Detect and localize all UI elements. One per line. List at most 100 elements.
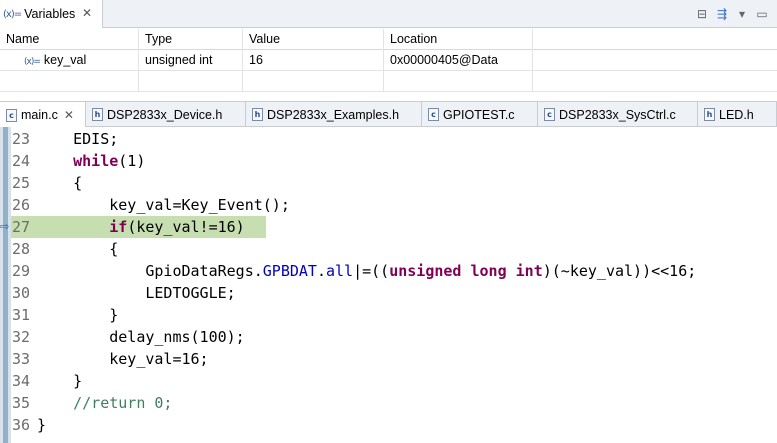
- variable-value[interactable]: 16: [243, 50, 384, 71]
- empty-cell: [384, 71, 533, 92]
- code-token: )(~key_val))<<16;: [542, 262, 697, 280]
- column-header-name[interactable]: Name: [0, 29, 139, 50]
- line-number: 35: [12, 394, 31, 412]
- show-type-names-icon[interactable]: ⇶: [714, 6, 730, 22]
- view-menu-icon[interactable]: ▾: [734, 6, 750, 22]
- tab-led-h[interactable]: h LED.h: [698, 102, 777, 127]
- code-token: (1): [118, 152, 146, 170]
- table-header: Name Type Value Location: [0, 29, 777, 50]
- code-line[interactable]: key_val=Key_Event();: [37, 194, 290, 216]
- tab-label: GPIOTEST.c: [443, 107, 515, 122]
- line-number: 34: [12, 372, 31, 390]
- empty-cell: [139, 71, 243, 92]
- line-number: 26: [12, 196, 31, 214]
- tab-label: DSP2833x_Device.h: [107, 107, 223, 122]
- variables-icon: (x)=: [3, 8, 22, 20]
- code-token: key_val=16;: [109, 350, 209, 368]
- code-line[interactable]: while(1): [37, 150, 145, 172]
- tab-gpiotest-c[interactable]: c GPIOTEST.c: [422, 102, 538, 127]
- h-file-icon: h: [92, 108, 103, 121]
- variable-name-cell[interactable]: (x)= key_val: [0, 50, 139, 71]
- code-token: {: [73, 174, 83, 192]
- code-token: |=((: [353, 262, 390, 280]
- variable-location: 0x00000405@Data: [384, 50, 533, 71]
- tab-dsp2833x-examples-h[interactable]: h DSP2833x_Examples.h: [246, 102, 422, 127]
- code-token: }: [37, 416, 47, 434]
- tab-label: main.c: [21, 108, 58, 122]
- line-number: 29: [12, 262, 31, 280]
- c-file-icon: c: [544, 108, 555, 121]
- field-token: GPBDAT: [262, 262, 317, 280]
- c-file-icon: c: [6, 108, 17, 122]
- column-header-filler: [533, 29, 777, 50]
- code-token: {: [109, 240, 119, 258]
- ruler-stripe: [3, 127, 8, 443]
- close-icon[interactable]: ✕: [64, 108, 74, 122]
- code-line[interactable]: }: [37, 414, 46, 436]
- variables-tab-label: Variables: [24, 7, 76, 21]
- code-line[interactable]: {: [37, 238, 118, 260]
- code-token: }: [109, 306, 119, 324]
- view-toolbar: ⊟ ⇶ ▾ ▭: [690, 6, 770, 22]
- variables-view: (x)= Variables ✕ ⊟ ⇶ ▾ ▭ Name Type Value…: [0, 0, 777, 101]
- column-header-location[interactable]: Location: [384, 29, 533, 50]
- comment-token: //return 0;: [73, 394, 173, 412]
- minimize-icon[interactable]: ▭: [754, 6, 770, 22]
- code-line[interactable]: key_val=16;: [37, 348, 209, 370]
- variable-name: key_val: [43, 53, 87, 67]
- variables-tab[interactable]: (x)= Variables ✕: [0, 0, 103, 28]
- code-line[interactable]: }: [37, 304, 118, 326]
- keyword-token: while: [73, 152, 119, 170]
- empty-cell: [243, 71, 384, 92]
- line-number: 24: [12, 152, 31, 170]
- editor-tab-bar: c main.c ✕ h DSP2833x_Device.h h DSP2833…: [0, 101, 777, 128]
- code-token: (key_val!=16): [127, 218, 245, 236]
- field-token: all: [326, 262, 354, 280]
- collapse-all-icon[interactable]: ⊟: [694, 6, 710, 22]
- row-filler: [533, 50, 777, 71]
- column-header-type[interactable]: Type: [139, 29, 243, 50]
- tab-label: DSP2833x_SysCtrl.c: [559, 107, 676, 122]
- left-ruler: [0, 127, 11, 443]
- code-line[interactable]: {: [37, 172, 82, 194]
- table-row[interactable]: (x)= key_val unsigned int 16 0x00000405@D…: [0, 50, 777, 71]
- column-header-value[interactable]: Value: [243, 29, 384, 50]
- close-icon[interactable]: ✕: [82, 6, 92, 20]
- h-file-icon: h: [252, 108, 263, 121]
- code-token: key_val=Key_Event();: [109, 196, 290, 214]
- code-line[interactable]: delay_nms(100);: [37, 326, 245, 348]
- code-token: .: [316, 262, 326, 280]
- code-editor[interactable]: 23 EDIS; 24 while(1) 25 {26 key_val=Key_Ev…: [0, 127, 777, 443]
- code-line[interactable]: LEDTOGGLE;: [37, 282, 235, 304]
- tab-dsp2833x-sysctrl-c[interactable]: c DSP2833x_SysCtrl.c: [538, 102, 698, 127]
- code-line[interactable]: GpioDataRegs.GPBDAT.all|=((unsigned long…: [37, 260, 696, 282]
- tab-main-c[interactable]: c main.c ✕: [0, 102, 86, 128]
- code-line[interactable]: EDIS;: [37, 128, 118, 150]
- variables-table: Name Type Value Location (x)= key_val uns…: [0, 29, 777, 92]
- code-line[interactable]: if(key_val!=16): [37, 216, 245, 238]
- code-token: GpioDataRegs.: [145, 262, 263, 280]
- c-file-icon: c: [428, 108, 439, 121]
- keyword-token: unsigned long int: [389, 262, 543, 280]
- code-line[interactable]: }: [37, 370, 82, 392]
- empty-cell: [0, 71, 139, 92]
- tab-dsp2833x-device-h[interactable]: h DSP2833x_Device.h: [86, 102, 246, 127]
- code-line[interactable]: //return 0;: [37, 392, 172, 414]
- keyword-token: if: [109, 218, 128, 236]
- line-number: 27: [12, 218, 31, 236]
- h-file-icon: h: [704, 108, 715, 121]
- tab-label: DSP2833x_Examples.h: [267, 107, 400, 122]
- code-token: delay_nms(100);: [109, 328, 245, 346]
